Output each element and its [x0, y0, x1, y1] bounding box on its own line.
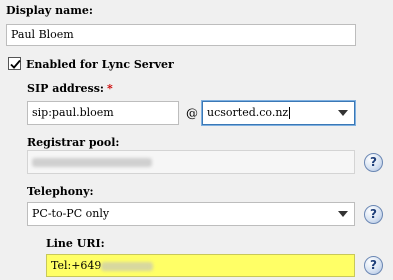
- display-name-input[interactable]: Paul Bloem: [6, 24, 356, 46]
- at-sign: @: [186, 106, 198, 120]
- sip-address-label: SIP address: *: [27, 82, 113, 95]
- telephony-label: Telephony:: [27, 185, 94, 198]
- chevron-down-icon[interactable]: [338, 211, 348, 217]
- checkmark-icon: [10, 59, 21, 69]
- display-name-label: Display name:: [6, 4, 93, 17]
- enabled-label: Enabled for Lync Server: [26, 58, 174, 71]
- help-icon[interactable]: ?: [364, 153, 383, 172]
- telephony-value: PC-to-PC only: [32, 207, 110, 220]
- chevron-down-icon[interactable]: [338, 110, 348, 116]
- redacted-value: [32, 157, 152, 167]
- sip-address-label-text: SIP address:: [27, 82, 104, 95]
- line-uri-value: Tel:+649: [51, 259, 102, 272]
- required-mark: *: [106, 82, 113, 95]
- line-uri-input[interactable]: Tel:+649: [46, 254, 355, 277]
- telephony-select[interactable]: PC-to-PC only: [27, 202, 355, 226]
- registrar-pool-input[interactable]: [27, 150, 355, 174]
- display-name-value: Paul Bloem: [11, 28, 74, 41]
- enabled-checkbox[interactable]: [8, 57, 21, 70]
- redacted-value: [101, 261, 154, 271]
- sip-domain-select[interactable]: ucsorted.co.nz: [202, 101, 355, 125]
- text-caret: [289, 107, 291, 119]
- sip-user-input[interactable]: sip:paul.bloem: [27, 101, 179, 125]
- help-icon[interactable]: ?: [364, 256, 383, 275]
- sip-domain-value: ucsorted.co.nz: [207, 106, 289, 119]
- line-uri-label: Line URI:: [46, 237, 105, 250]
- registrar-pool-label: Registrar pool:: [27, 136, 120, 149]
- help-icon[interactable]: ?: [364, 205, 383, 224]
- sip-user-value: sip:paul.bloem: [32, 106, 114, 119]
